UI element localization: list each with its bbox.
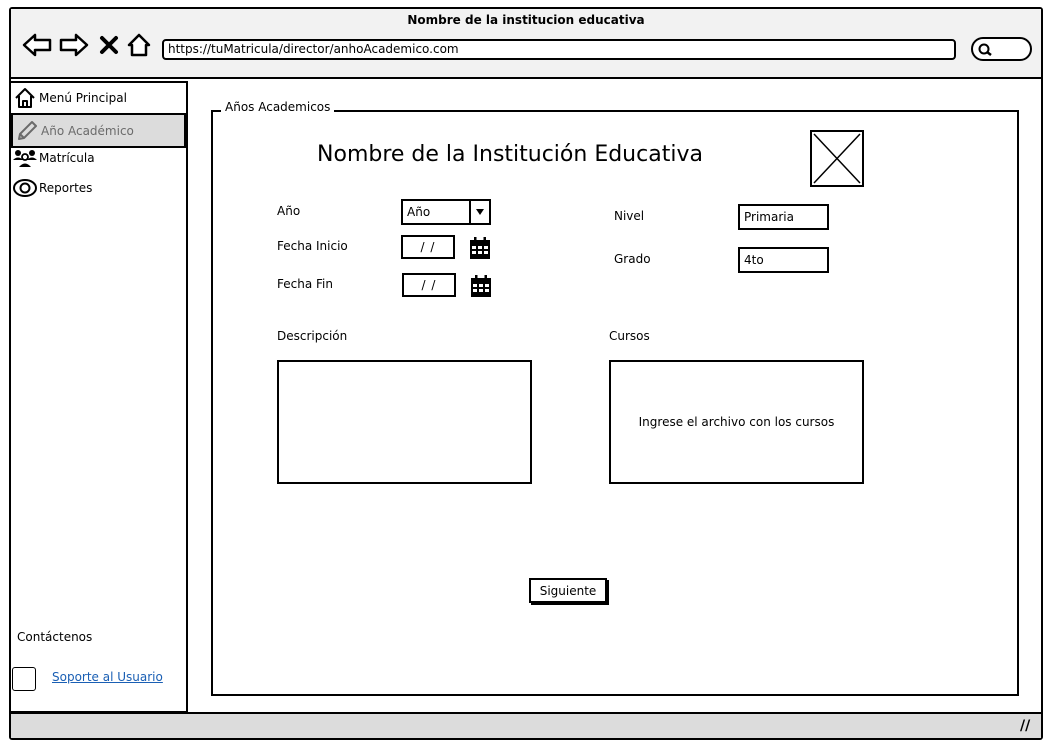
page-title: Nombre de la Institución Educativa xyxy=(317,142,703,167)
forward-arrow-icon[interactable] xyxy=(59,30,89,60)
status-bar xyxy=(11,712,1041,738)
sidebar-item-label: Menú Principal xyxy=(39,91,127,105)
image-placeholder-icon xyxy=(810,130,864,187)
nivel-label: Nivel xyxy=(614,209,645,223)
home-icon xyxy=(11,86,39,110)
nivel-field[interactable]: Primaria xyxy=(738,204,829,230)
close-x-icon[interactable] xyxy=(97,30,121,60)
contact-label: Contáctenos xyxy=(17,630,93,644)
fecha-fin-label: Fecha Fin xyxy=(277,277,333,291)
fecha-inicio-field[interactable]: / / xyxy=(401,235,455,259)
descripcion-label: Descripción xyxy=(277,329,348,343)
calendar-icon[interactable] xyxy=(470,274,492,302)
calendar-icon[interactable] xyxy=(469,236,491,264)
sidebar-item-label: Matrícula xyxy=(39,151,95,165)
cursos-label: Cursos xyxy=(609,329,650,343)
search-button[interactable] xyxy=(971,37,1032,61)
fieldset-legend: Años Academicos xyxy=(221,100,335,114)
eye-icon xyxy=(11,178,39,198)
cursos-placeholder: Ingrese el archivo con los cursos xyxy=(638,415,835,429)
home-icon[interactable] xyxy=(125,30,153,60)
cursos-file-drop[interactable]: Ingrese el archivo con los cursos xyxy=(609,360,864,484)
siguiente-button[interactable]: Siguiente xyxy=(529,578,607,603)
anio-select-value: Año xyxy=(407,205,431,219)
fecha-inicio-label: Fecha Inicio xyxy=(277,239,348,253)
descripcion-textarea[interactable] xyxy=(277,360,532,484)
support-checkbox[interactable] xyxy=(12,667,36,691)
anio-select[interactable]: Año xyxy=(401,199,491,225)
fecha-fin-field[interactable]: / / xyxy=(402,273,456,297)
address-bar[interactable]: https://tuMatricula/director/anhoAcademi… xyxy=(162,39,956,60)
search-icon xyxy=(978,43,992,56)
pencil-icon xyxy=(13,119,41,143)
grado-label: Grado xyxy=(614,252,651,266)
sidebar-item-reportes[interactable]: Reportes xyxy=(11,173,186,203)
grado-field[interactable]: 4to xyxy=(738,247,829,273)
users-icon xyxy=(11,148,39,168)
back-arrow-icon[interactable] xyxy=(22,30,52,60)
resize-grip-icon[interactable]: // xyxy=(1020,718,1030,734)
anio-label: Año xyxy=(277,204,301,218)
chevron-down-icon xyxy=(469,201,489,223)
sidebar-item-label: Reportes xyxy=(39,181,93,195)
window-title: Nombre de la institucion educativa xyxy=(407,13,645,27)
sidebar-item-matricula[interactable]: Matrícula xyxy=(11,143,186,173)
sidebar-item-menu-principal[interactable]: Menú Principal xyxy=(11,83,186,113)
sidebar-item-label: Año Académico xyxy=(41,123,134,138)
support-link[interactable]: Soporte al Usuario xyxy=(52,670,163,684)
